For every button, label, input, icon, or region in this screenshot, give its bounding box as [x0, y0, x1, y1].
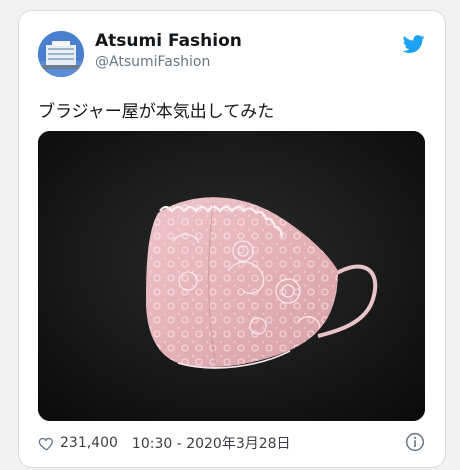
tweet-timestamp[interactable]: 10:30 - 2020年3月28日 — [132, 433, 291, 453]
like-count[interactable]: 231,400 — [60, 435, 118, 451]
info-icon[interactable] — [405, 432, 425, 452]
heart-icon[interactable] — [38, 435, 55, 452]
tweet-footer: 231,400 10:30 - 2020年3月28日 — [38, 432, 425, 454]
twitter-bird-icon[interactable] — [403, 33, 425, 55]
user-handle[interactable]: @AtsumiFashion — [95, 54, 210, 70]
tweet-card[interactable]: Atsumi Fashion @AtsumiFashion ブラジャー屋が本気出… — [18, 10, 446, 468]
tweet-text: ブラジャー屋が本気出してみた — [38, 102, 275, 122]
avatar[interactable] — [38, 31, 84, 77]
tweet-photo[interactable] — [38, 131, 425, 421]
display-name[interactable]: Atsumi Fashion — [95, 31, 242, 51]
